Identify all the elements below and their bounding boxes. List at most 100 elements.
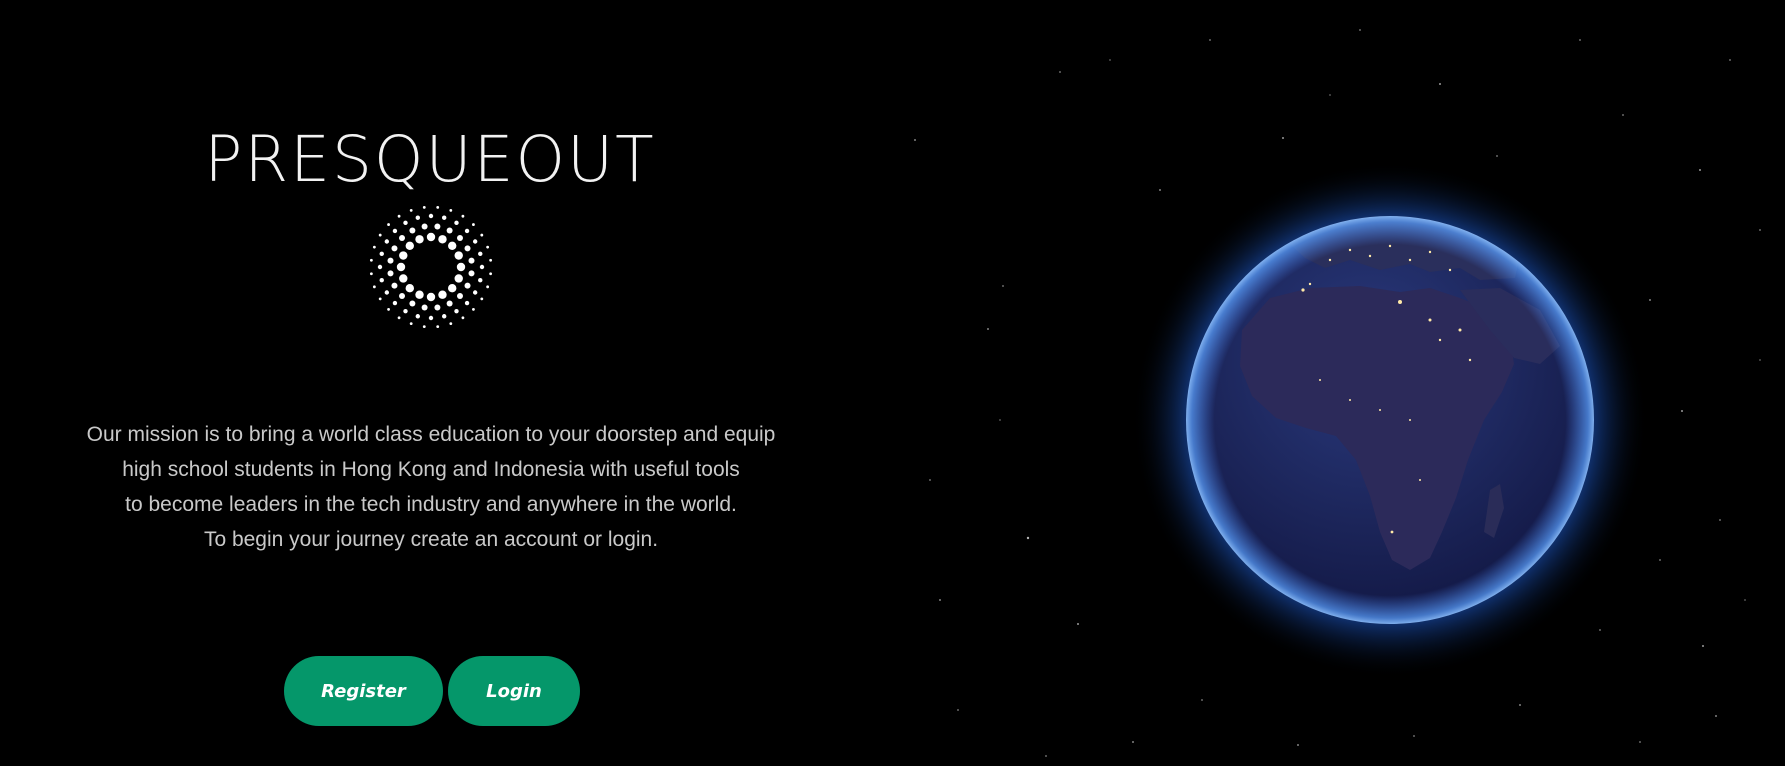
logo-dot — [468, 270, 475, 277]
brand-name: PRESQUEOUT — [204, 123, 656, 196]
logo-dot — [438, 290, 447, 299]
logo-dot — [384, 290, 390, 295]
logo-dot — [379, 251, 384, 256]
logo-dot — [421, 304, 428, 311]
sunburst-dots-icon — [369, 205, 493, 329]
logo-dot — [472, 308, 475, 311]
register-button[interactable]: Register — [284, 656, 443, 726]
logo-dot — [448, 241, 457, 250]
logo-dot — [464, 282, 471, 289]
logo-dot — [415, 314, 420, 319]
logo-dot — [372, 245, 376, 249]
logo-dot — [403, 220, 408, 226]
logo-dot — [399, 235, 406, 242]
logo-dot — [438, 235, 447, 244]
logo-dot — [403, 308, 408, 314]
logo-dot — [387, 257, 394, 264]
logo-dot — [486, 285, 490, 289]
logo-dot — [409, 300, 416, 307]
logo-dot — [472, 290, 478, 295]
logo-dot — [464, 300, 470, 306]
logo-dot — [436, 325, 440, 329]
logo-dot — [446, 227, 453, 234]
logo-dot — [392, 228, 398, 234]
logo-dot — [369, 258, 373, 262]
logo-dot — [399, 251, 408, 260]
logo-dot — [449, 322, 453, 326]
logo-dot — [479, 264, 485, 270]
logo-dot — [422, 205, 426, 209]
logo-dot — [449, 208, 453, 212]
logo-dot — [391, 282, 398, 289]
logo-dot — [387, 223, 390, 226]
logo-dot — [377, 264, 383, 270]
logo-dot — [399, 292, 406, 299]
logo-dot — [464, 228, 470, 234]
globe-rim-light — [1186, 216, 1594, 624]
logo-dot — [480, 297, 484, 301]
mission-line: To begin your journey create an account … — [203, 528, 659, 551]
logo-dot — [426, 232, 436, 242]
logo-dot — [478, 278, 483, 283]
logo-dot — [415, 290, 424, 299]
earth-globe-icon — [1132, 162, 1648, 678]
logo-dot — [454, 220, 459, 226]
logo-dot — [454, 274, 463, 283]
logo-dot — [392, 300, 398, 306]
logo-dot — [405, 284, 414, 293]
logo-dot — [399, 274, 408, 283]
mission-line: high school students in Hong Kong and In… — [122, 458, 740, 481]
logo-dot — [454, 251, 463, 260]
logo-dot — [369, 272, 373, 276]
logo-dot — [409, 227, 416, 234]
logo-dot — [387, 308, 390, 311]
logo-dot — [387, 270, 394, 277]
logo-dot — [409, 322, 413, 326]
logo-dot — [426, 292, 436, 302]
logo-dot — [489, 272, 493, 276]
logo-dot — [415, 215, 420, 220]
logo-dot — [442, 215, 447, 220]
logo-dot — [378, 233, 382, 237]
login-button[interactable]: Login — [448, 656, 580, 726]
logo-dot — [428, 213, 434, 219]
logo-dot — [415, 235, 424, 244]
logo-dot — [379, 278, 384, 283]
logo-dot — [461, 316, 465, 320]
logo-dot — [442, 314, 447, 319]
logo-dot — [480, 233, 484, 237]
logo-dot — [464, 245, 471, 252]
logo-dot — [428, 315, 434, 321]
logo-dot — [384, 239, 390, 244]
mission-statement: Our mission is to bring a world class ed… — [0, 417, 862, 557]
mission-line: to become leaders in the tech industry a… — [125, 493, 737, 516]
logo-dot — [409, 208, 413, 212]
logo-dot — [397, 214, 401, 218]
logo-dot — [378, 297, 382, 301]
logo-dot — [489, 258, 493, 262]
logo-dot — [454, 308, 459, 314]
logo-dot — [448, 284, 457, 293]
logo-dot — [446, 300, 453, 307]
logo-dot — [421, 223, 428, 230]
logo-dot — [472, 239, 478, 244]
logo-dot — [456, 292, 463, 299]
logo-dot — [397, 316, 401, 320]
logo-dot — [468, 257, 475, 264]
logo-dot — [456, 235, 463, 242]
logo-dot — [486, 245, 490, 249]
logo-dot — [456, 262, 466, 272]
logo-dot — [461, 214, 465, 218]
landing-page: PRESQUEOUT Our mission is to bring a wor… — [0, 0, 1785, 766]
logo-dot — [434, 304, 441, 311]
logo-dot — [472, 223, 475, 226]
logo-dot — [396, 262, 406, 272]
logo-dot — [478, 251, 483, 256]
logo-dot — [405, 241, 414, 250]
logo-dot — [436, 205, 440, 209]
logo-dot — [391, 245, 398, 252]
logo-dot — [434, 223, 441, 230]
logo-dot — [372, 285, 376, 289]
logo-dot — [422, 325, 426, 329]
mission-line: Our mission is to bring a world class ed… — [86, 423, 776, 446]
